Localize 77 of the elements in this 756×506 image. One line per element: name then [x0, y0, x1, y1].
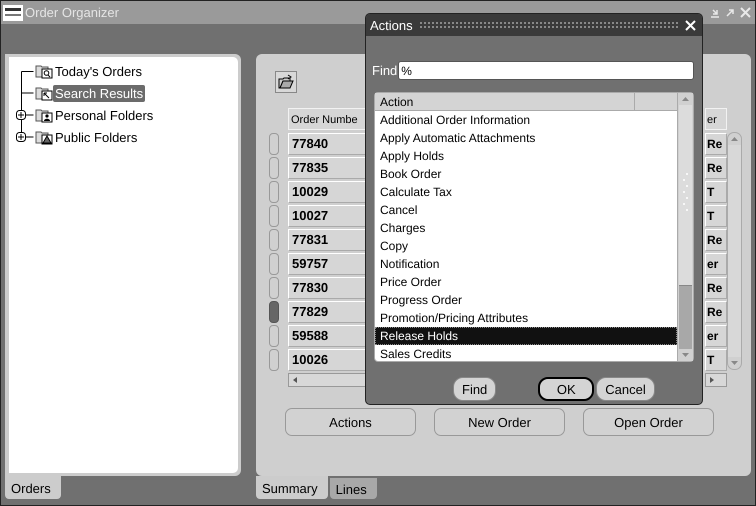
tab[interactable]: Lines	[330, 478, 377, 499]
table-cell: T	[705, 181, 727, 203]
table-cell: er	[705, 253, 727, 275]
table-cell: Re	[705, 157, 727, 179]
list-item[interactable]: Copy	[375, 237, 677, 255]
tree-item[interactable]: Personal Folders	[53, 106, 156, 124]
table-cell: Re	[705, 133, 727, 155]
minimize-icon[interactable]	[710, 7, 720, 18]
open-folder-button[interactable]	[275, 71, 297, 93]
tab[interactable]: Orders	[5, 476, 61, 499]
scroll-up-icon[interactable]	[682, 97, 689, 101]
list-item[interactable]: Apply Holds	[375, 147, 677, 165]
horizontal-scrollbar[interactable]	[705, 373, 727, 387]
dialog-title: Actions	[370, 18, 413, 32]
list-item[interactable]: Calculate Tax	[375, 183, 677, 201]
table-cell: 59757	[288, 253, 366, 275]
maximize-icon[interactable]	[725, 7, 735, 18]
window-title: Order Organizer	[25, 5, 120, 20]
list-item[interactable]: Price Order	[375, 273, 677, 291]
column-header[interactable]: er	[705, 108, 727, 130]
table-cell: 77835	[288, 157, 366, 179]
tree-item[interactable]: Today's Orders	[53, 62, 144, 80]
list-item[interactable]: Progress Order	[375, 291, 677, 309]
table-cell: 10026	[288, 349, 366, 371]
action-button[interactable]: Open Order	[583, 408, 714, 436]
tree-item[interactable]: Search Results	[53, 84, 146, 102]
table-cell: er	[705, 325, 727, 347]
list-item[interactable]: Promotion/Pricing Attributes	[375, 309, 677, 327]
find-label: Find	[372, 63, 398, 78]
folder-pointer-icon	[35, 85, 53, 101]
table-cell: T	[705, 205, 727, 227]
table-cell: 77831	[288, 229, 366, 251]
folder-people-icon	[35, 129, 53, 145]
table-cell: 10029	[288, 181, 366, 203]
expand-icon[interactable]	[16, 132, 26, 142]
table-cell: 59588	[288, 325, 366, 347]
scroll-right-icon[interactable]	[710, 377, 714, 383]
table-cell: Re	[705, 301, 727, 323]
table-cell: Re	[705, 229, 727, 251]
action-button[interactable]: New Order	[434, 408, 565, 436]
action-list[interactable]	[374, 92, 694, 362]
scroll-left-icon[interactable]	[293, 377, 297, 383]
action-button[interactable]: Actions	[285, 408, 416, 436]
list-item[interactable]: Apply Automatic Attachments	[375, 129, 677, 147]
table-cell: 77830	[288, 277, 366, 299]
list-item[interactable]: Cancel	[375, 201, 677, 219]
scroll-up-icon[interactable]	[731, 137, 738, 141]
dialog-button[interactable]: Find	[453, 377, 496, 401]
folder-magnifier-icon	[35, 63, 53, 79]
column-header[interactable]	[635, 93, 677, 111]
logo-icon	[3, 4, 23, 20]
table-cell: T	[705, 349, 727, 371]
vertical-scrollbar[interactable]	[677, 93, 693, 361]
table-cell: 10027	[288, 205, 366, 227]
tab[interactable]: Summary	[256, 476, 328, 499]
dialog-button[interactable]: Cancel	[596, 377, 655, 401]
list-item[interactable]: Release Holds	[375, 327, 677, 345]
table-cell: Re	[705, 277, 727, 299]
horizontal-scrollbar[interactable]	[288, 373, 366, 387]
list-item[interactable]: Sales Credits	[375, 345, 677, 361]
list-item[interactable]: Book Order	[375, 165, 677, 183]
expand-icon[interactable]	[16, 110, 26, 120]
list-item[interactable]: Additional Order Information	[375, 111, 677, 129]
dialog-button[interactable]: OK	[538, 377, 594, 401]
scroll-down-icon[interactable]	[682, 353, 689, 357]
table-cell: 77829	[288, 301, 366, 323]
find-field[interactable]: %	[398, 61, 694, 80]
list-item[interactable]: Charges	[375, 219, 677, 237]
table-cell: 77840	[288, 133, 366, 155]
vertical-scrollbar[interactable]	[727, 132, 742, 370]
scroll-down-icon[interactable]	[731, 361, 738, 365]
folder-person-icon	[35, 107, 53, 123]
column-header[interactable]: Order Numbe	[288, 108, 366, 130]
list-item[interactable]: Notification	[375, 255, 677, 273]
column-header[interactable]: Action	[375, 93, 635, 111]
record-indicator[interactable]	[269, 301, 279, 323]
tree-item[interactable]: Public Folders	[53, 128, 140, 146]
